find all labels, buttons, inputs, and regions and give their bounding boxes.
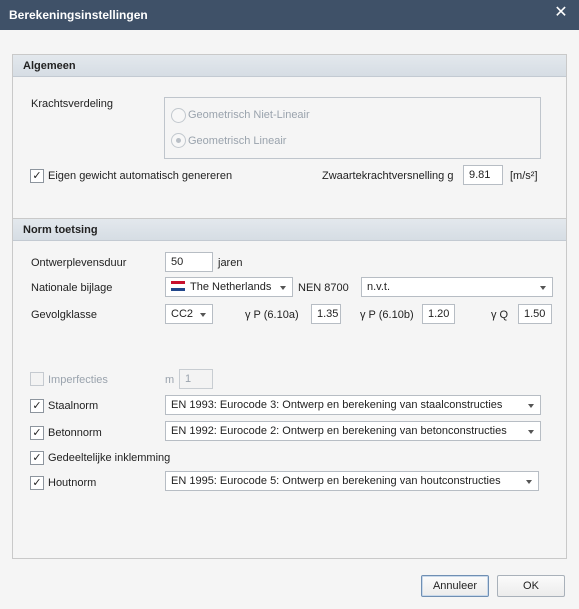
betonnorm-checkbox[interactable]: ✓ xyxy=(30,426,44,440)
norm-header: Norm toetsing xyxy=(13,219,566,241)
chevron-down-icon xyxy=(280,286,286,290)
dialog-body: Algemeen Krachtsverdeling Geometrisch Ni… xyxy=(0,30,579,609)
norm-group: Norm toetsing xyxy=(12,218,567,559)
imperfecties-m-label: m xyxy=(165,374,175,386)
betonnorm-dropdown[interactable]: EN 1992: Eurocode 2: Ontwerp en berekeni… xyxy=(165,421,541,441)
nen-value: n.v.t. xyxy=(367,281,391,293)
nationale-bijlage-value: The Netherlands xyxy=(190,281,272,293)
nationale-bijlage-label: Nationale bijlage xyxy=(31,282,113,294)
staalnorm-value: EN 1993: Eurocode 3: Ontwerp en berekeni… xyxy=(171,399,503,411)
inklemming-label: Gedeeltelijke inklemming xyxy=(48,452,171,464)
dialog-title: Berekeningsinstellingen xyxy=(9,8,148,22)
inklemming-checkbox[interactable]: ✓ xyxy=(30,451,44,465)
nen-label: NEN 8700 xyxy=(298,282,349,294)
netherlands-flag-icon xyxy=(171,281,185,291)
houtnorm-dropdown[interactable]: EN 1995: Eurocode 5: Ontwerp en berekeni… xyxy=(165,471,539,491)
imperfecties-label: Imperfecties xyxy=(48,374,108,386)
eigen-gewicht-checkbox[interactable]: ✓ xyxy=(30,169,44,183)
ontwerplevensduur-input[interactable]: 50 xyxy=(165,252,213,272)
imperfecties-m-input[interactable]: 1 xyxy=(179,369,213,389)
ontwerplevensduur-unit: jaren xyxy=(218,257,243,269)
zwaartekracht-unit: [m/s²] xyxy=(510,170,538,182)
betonnorm-value: EN 1992: Eurocode 2: Ontwerp en berekeni… xyxy=(171,425,507,437)
radio-geometrisch-lineair[interactable] xyxy=(171,133,186,148)
chevron-down-icon xyxy=(528,404,534,408)
nen-dropdown[interactable]: n.v.t. xyxy=(361,277,553,297)
gamma-p-a-label: γ P (6.10a) xyxy=(245,309,299,321)
houtnorm-label: Houtnorm xyxy=(48,477,97,489)
radio-label-niet-lineair: Geometrisch Niet-Lineair xyxy=(188,109,310,121)
gevolgklasse-value: CC2 xyxy=(171,308,194,320)
gevolgklasse-dropdown[interactable]: CC2 xyxy=(165,304,213,324)
radio-geometrisch-niet-lineair[interactable] xyxy=(171,108,186,123)
gamma-p-b-label: γ P (6.10b) xyxy=(360,309,414,321)
chevron-down-icon xyxy=(200,313,206,317)
staalnorm-label: Staalnorm xyxy=(48,400,99,412)
zwaartekracht-label: Zwaartekrachtversnelling g xyxy=(322,170,454,182)
staalnorm-dropdown[interactable]: EN 1993: Eurocode 3: Ontwerp en berekeni… xyxy=(165,395,541,415)
eigen-gewicht-label: Eigen gewicht automatisch genereren xyxy=(48,170,233,182)
gamma-p-b-input[interactable]: 1.20 xyxy=(422,304,455,324)
chevron-down-icon xyxy=(540,286,546,290)
close-icon[interactable]: ✕ xyxy=(554,5,568,21)
chevron-down-icon xyxy=(528,430,534,434)
krachtsverdeling-label: Krachtsverdeling xyxy=(31,98,113,110)
houtnorm-checkbox[interactable]: ✓ xyxy=(30,476,44,490)
nationale-bijlage-dropdown[interactable]: The Netherlands xyxy=(165,277,293,297)
gamma-q-label: γ Q xyxy=(491,309,509,321)
houtnorm-value: EN 1995: Eurocode 5: Ontwerp en berekeni… xyxy=(171,475,501,487)
radio-label-lineair: Geometrisch Lineair xyxy=(188,135,287,147)
ontwerplevensduur-label: Ontwerplevensduur xyxy=(31,257,127,269)
algemeen-header: Algemeen xyxy=(13,55,566,77)
gevolgklasse-label: Gevolgklasse xyxy=(31,309,98,321)
imperfecties-checkbox[interactable] xyxy=(30,372,44,386)
krachtsverdeling-options xyxy=(164,97,541,159)
chevron-down-icon xyxy=(526,480,532,484)
gamma-q-input[interactable]: 1.50 xyxy=(518,304,552,324)
gamma-p-a-input[interactable]: 1.35 xyxy=(311,304,341,324)
betonnorm-label: Betonnorm xyxy=(48,427,102,439)
zwaartekracht-input[interactable]: 9.81 xyxy=(463,165,503,185)
cancel-button[interactable]: Annuleer xyxy=(421,575,489,597)
title-bar: Berekeningsinstellingen ✕ xyxy=(0,0,579,30)
ok-button[interactable]: OK xyxy=(497,575,565,597)
staalnorm-checkbox[interactable]: ✓ xyxy=(30,399,44,413)
